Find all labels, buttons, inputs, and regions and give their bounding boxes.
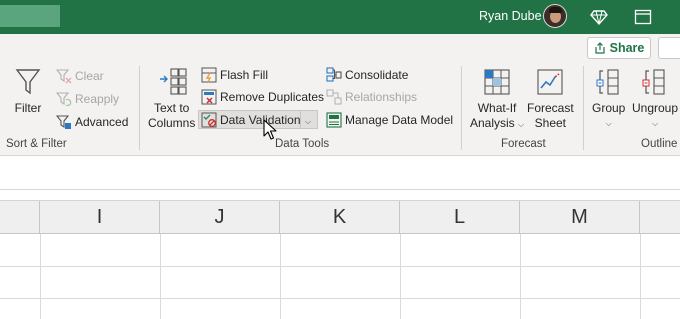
flash-fill-icon <box>201 67 217 83</box>
column-header-m[interactable]: M <box>520 201 640 234</box>
filter-button[interactable]: Filter <box>14 67 42 116</box>
ribbon-display-icon[interactable] <box>634 9 652 25</box>
grid-column-line <box>40 234 41 319</box>
share-label: Share <box>609 41 645 55</box>
ungroup-label: Ungroup <box>632 101 679 115</box>
forecast-sheet-line2: Sheet <box>534 116 567 130</box>
what-if-analysis-button[interactable]: What-If Analysis ⌵ <box>470 67 524 132</box>
text-to-columns-line2: Columns <box>148 116 196 130</box>
consolidate-button[interactable]: Consolidate <box>326 67 408 83</box>
text-to-columns-button[interactable]: Text to Columns <box>148 67 195 131</box>
mouse-pointer-icon <box>263 119 277 140</box>
data-model-icon <box>326 112 342 128</box>
comments-button[interactable] <box>658 37 680 59</box>
grid-row-line <box>0 266 680 267</box>
funnel-icon <box>15 69 41 95</box>
text-to-columns-line1: Text to <box>154 101 190 115</box>
clear-label: Clear <box>75 69 104 83</box>
flash-fill-button[interactable]: Flash Fill <box>201 67 268 83</box>
group-label-outline: Outline <box>641 138 678 150</box>
formula-bar[interactable] <box>0 157 680 190</box>
group-label-sort-filter: Sort & Filter <box>6 138 67 150</box>
reapply-label: Reapply <box>75 92 120 106</box>
relationships-icon <box>326 89 342 105</box>
relationships-label: Relationships <box>345 90 418 104</box>
what-if-line2: Analysis <box>470 116 515 130</box>
remove-duplicates-button[interactable]: Remove Duplicates <box>201 89 324 105</box>
data-validation-button[interactable]: Data Validation <box>201 112 301 128</box>
grid-column-line <box>520 234 521 319</box>
reapply-button[interactable]: Reapply <box>56 91 119 107</box>
share-icon <box>595 42 605 54</box>
group-label: Group <box>592 101 626 115</box>
grid-column-line <box>160 234 161 319</box>
clear-filter-icon <box>56 69 72 84</box>
data-validation-label: Data Validation <box>220 113 301 127</box>
search-box[interactable] <box>0 5 60 27</box>
group-separator <box>583 66 584 150</box>
ungroup-dropdown-icon: ⌵ <box>651 119 659 128</box>
text-to-columns-icon <box>159 68 187 95</box>
column-header-partial[interactable] <box>0 201 40 234</box>
flash-fill-label: Flash Fill <box>220 68 269 82</box>
column-header-row: I J K L M <box>0 200 680 234</box>
group-label-forecast: Forecast <box>501 138 546 150</box>
what-if-dropdown-icon: ⌵ <box>518 120 525 129</box>
diamond-icon[interactable] <box>590 8 608 26</box>
avatar-hair <box>549 7 562 13</box>
what-if-line1: What-If <box>477 101 517 115</box>
forecast-sheet-line1: Forecast <box>527 101 574 115</box>
remove-duplicates-icon <box>201 89 217 105</box>
column-header-partial[interactable] <box>640 201 680 234</box>
group-dropdown-icon: ⌵ <box>605 119 612 128</box>
advanced-label: Advanced <box>75 115 129 129</box>
manage-data-model-label: Manage Data Model <box>345 113 454 127</box>
share-button[interactable]: Share <box>587 37 651 59</box>
ungroup-icon <box>642 69 665 95</box>
ungroup-button[interactable]: Ungroup ⌵ <box>632 67 678 131</box>
title-bar: Ryan Dube <box>0 0 680 34</box>
group-label-data-tools: Data Tools <box>275 138 330 150</box>
consolidate-label: Consolidate <box>345 68 409 82</box>
advanced-filter-button[interactable]: Advanced <box>56 114 128 130</box>
group-separator <box>139 66 140 150</box>
reapply-icon <box>56 92 72 107</box>
data-validation-icon <box>201 112 217 128</box>
group-button[interactable]: Group ⌵ <box>592 67 625 131</box>
what-if-analysis-icon <box>484 69 510 95</box>
column-header-j[interactable]: J <box>160 201 280 234</box>
consolidate-icon <box>326 67 342 82</box>
relationships-button[interactable]: Relationships <box>326 89 417 105</box>
cell-grid[interactable] <box>0 234 680 319</box>
filter-label: Filter <box>14 101 42 115</box>
grid-column-line <box>400 234 401 319</box>
forecast-sheet-button[interactable]: Forecast Sheet <box>527 67 574 131</box>
forecast-sheet-icon <box>537 69 563 95</box>
column-header-l[interactable]: L <box>400 201 520 234</box>
ribbon: Share Filter Clear Reapply Advanced Sort… <box>0 34 680 156</box>
column-header-k[interactable]: K <box>280 201 400 234</box>
remove-duplicates-label: Remove Duplicates <box>220 90 325 104</box>
grid-column-line <box>640 234 641 319</box>
column-header-i[interactable]: I <box>40 201 160 234</box>
manage-data-model-button[interactable]: Manage Data Model <box>326 112 453 128</box>
grid-column-line <box>280 234 281 319</box>
group-icon <box>596 69 619 95</box>
advanced-filter-icon <box>56 115 71 129</box>
data-validation-dropdown-icon[interactable]: ⌵ <box>305 117 311 127</box>
avatar[interactable] <box>543 4 567 28</box>
clear-button[interactable]: Clear <box>56 68 104 84</box>
group-separator <box>461 66 462 150</box>
user-name[interactable]: Ryan Dube <box>479 9 542 23</box>
grid-row-line <box>0 298 680 299</box>
